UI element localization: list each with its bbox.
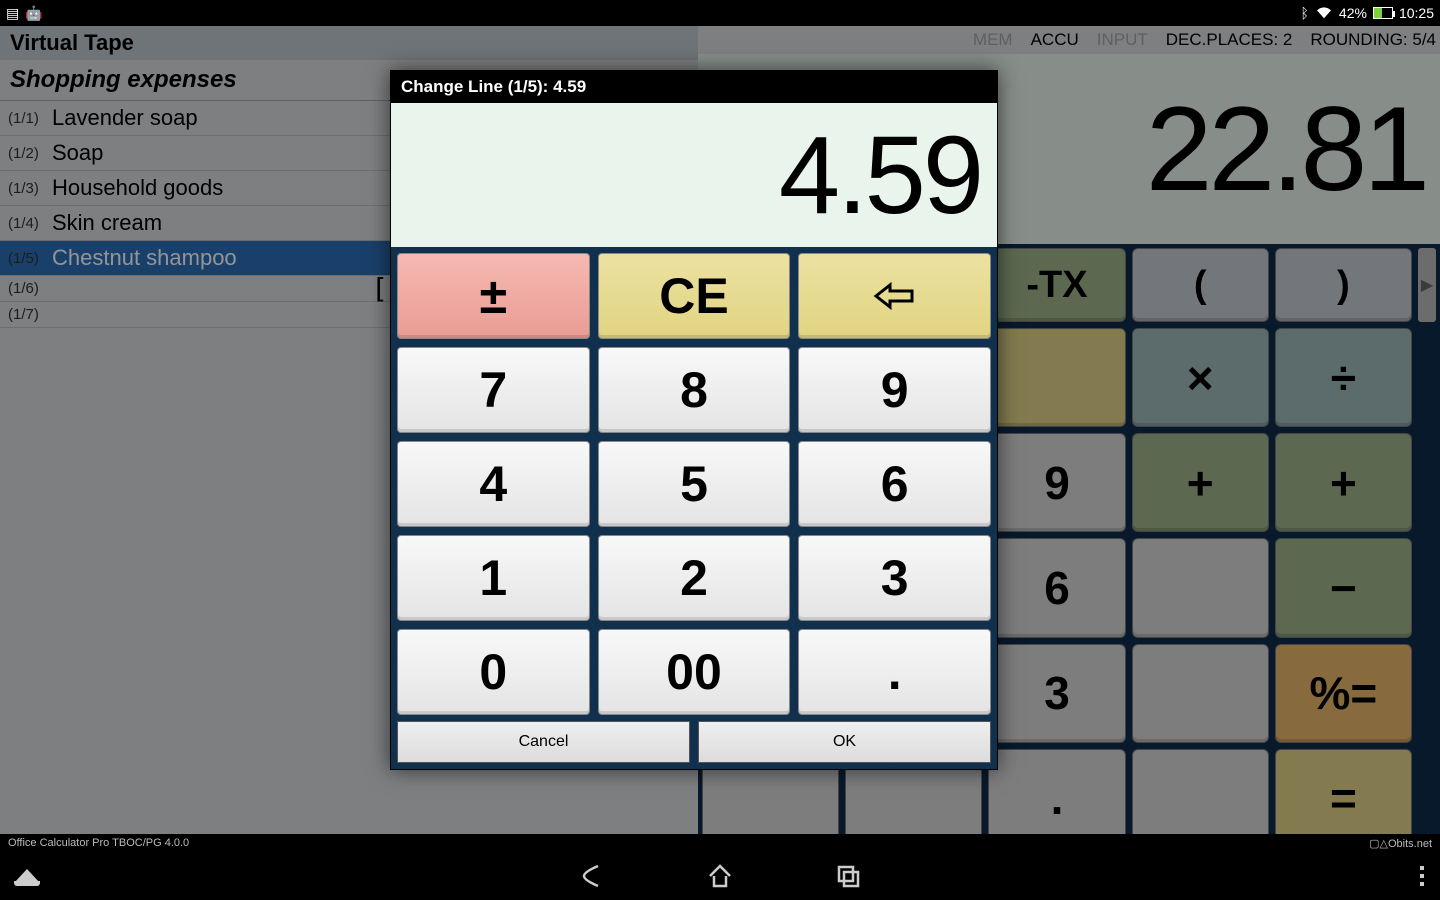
key-00[interactable]: 00 xyxy=(598,629,791,715)
accu-indicator: ACCU xyxy=(1031,30,1079,50)
android-status-bar: ▤ 🤖 ᛒ 42% 10:25 xyxy=(0,0,1440,26)
key-3[interactable]: 3 xyxy=(988,644,1125,743)
change-line-dialog: Change Line (1/5): 4.59 4.59 ± CE 7 8 9 … xyxy=(390,70,998,770)
key-3[interactable]: 3 xyxy=(798,535,991,621)
key-2[interactable]: 2 xyxy=(598,535,791,621)
key-0[interactable]: 0 xyxy=(397,629,590,715)
android-nav-bar xyxy=(0,852,1440,900)
dialog-display: 4.59 xyxy=(391,103,997,247)
dialog-title: Change Line (1/5): 4.59 xyxy=(391,71,997,103)
app-footer: Office Calculator Pro TBOC/PG 4.0.0 ▢△Ob… xyxy=(0,834,1440,852)
nav-back-icon[interactable] xyxy=(578,862,606,890)
key-dot[interactable]: . xyxy=(798,629,991,715)
key-minus-tx[interactable]: -TX xyxy=(988,248,1125,322)
notification-icon: ▤ xyxy=(6,5,19,22)
key-plus-minus[interactable]: ± xyxy=(397,253,590,339)
bracket-icon: [ xyxy=(371,272,388,305)
key-hidden[interactable] xyxy=(1132,644,1269,743)
key-hidden[interactable] xyxy=(1132,538,1269,637)
scroll-right-icon[interactable]: ▶ xyxy=(1418,248,1436,322)
key-paren-open[interactable]: ( xyxy=(1132,248,1269,322)
clock: 10:25 xyxy=(1399,5,1434,21)
key-plus[interactable]: + xyxy=(1275,433,1412,532)
key-7[interactable]: 7 xyxy=(397,347,590,433)
nav-overflow-icon[interactable] xyxy=(1420,866,1424,886)
nav-drawer-icon[interactable] xyxy=(14,869,40,883)
key-9[interactable]: 9 xyxy=(988,433,1125,532)
app-version-label: Office Calculator Pro TBOC/PG 4.0.0 xyxy=(8,837,189,849)
key-8[interactable]: 8 xyxy=(598,347,791,433)
wifi-icon xyxy=(1315,6,1333,20)
dialog-keypad: ± CE 7 8 9 4 5 6 1 2 3 0 00 . xyxy=(391,247,997,721)
key-minus[interactable]: − xyxy=(1275,538,1412,637)
footer-credit: ▢△Obits.net xyxy=(1369,837,1432,850)
mem-indicator: MEM xyxy=(973,30,1013,50)
dec-places-indicator: DEC.PLACES: 2 xyxy=(1166,30,1293,50)
rounding-indicator: ROUNDING: 5/4 xyxy=(1310,30,1436,50)
key-6[interactable]: 6 xyxy=(798,441,991,527)
key-backspace[interactable] xyxy=(798,253,991,339)
key-5[interactable]: 5 xyxy=(598,441,791,527)
android-icon: 🤖 xyxy=(25,5,42,22)
key-divide[interactable]: ÷ xyxy=(1275,328,1412,427)
ok-button[interactable]: OK xyxy=(698,721,991,763)
cancel-button[interactable]: Cancel xyxy=(397,721,690,763)
nav-recents-icon[interactable] xyxy=(834,862,862,890)
key-ce[interactable]: CE xyxy=(598,253,791,339)
key-percent-equals[interactable]: %= xyxy=(1275,644,1412,743)
key-9[interactable]: 9 xyxy=(798,347,991,433)
tape-title: Virtual Tape xyxy=(0,26,698,60)
input-indicator: INPUT xyxy=(1097,30,1148,50)
calc-status-bar: MEM ACCU INPUT DEC.PLACES: 2 ROUNDING: 5… xyxy=(698,26,1440,54)
nav-home-icon[interactable] xyxy=(706,862,734,890)
key-plus[interactable]: + xyxy=(1132,433,1269,532)
back-arrow-icon xyxy=(872,281,918,311)
key-multiply[interactable]: × xyxy=(1132,328,1269,427)
key-paren-close[interactable]: ) xyxy=(1275,248,1412,322)
key-1[interactable]: 1 xyxy=(397,535,590,621)
key-hidden[interactable] xyxy=(988,328,1125,427)
battery-percent: 42% xyxy=(1339,5,1367,21)
key-4[interactable]: 4 xyxy=(397,441,590,527)
bluetooth-icon: ᛒ xyxy=(1301,5,1309,21)
battery-icon xyxy=(1373,7,1393,19)
key-6[interactable]: 6 xyxy=(988,538,1125,637)
